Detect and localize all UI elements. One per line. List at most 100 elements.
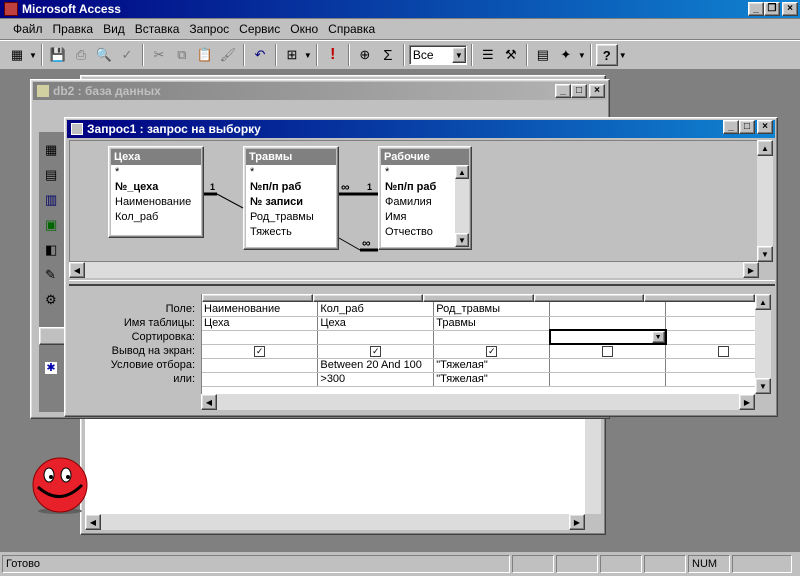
grid-cell[interactable] <box>202 372 319 387</box>
scroll-left-icon[interactable]: ◀ <box>201 394 217 410</box>
column-selector[interactable] <box>644 294 755 302</box>
grid-cell[interactable] <box>665 358 755 373</box>
grid-cell[interactable]: Наименование <box>202 302 319 317</box>
database-window-icon[interactable]: ▤ <box>532 44 554 66</box>
menu-edit[interactable]: Правка <box>48 22 99 36</box>
chevron-down-icon[interactable]: ▼ <box>451 47 466 63</box>
row-label-field: Поле: <box>165 303 195 315</box>
db-obj-macros-icon[interactable]: ✎ <box>45 267 56 283</box>
show-checkbox[interactable] <box>718 345 730 357</box>
grid-cell[interactable]: Кол_раб <box>317 302 435 317</box>
grid-cell[interactable]: Род_травмы <box>433 302 551 317</box>
grid-row-criteria: Between 20 And 100 "Тяжелая" <box>202 358 755 373</box>
scroll-left-icon[interactable]: ◀ <box>85 514 101 530</box>
scroll-up-icon[interactable]: ▲ <box>755 294 771 310</box>
db-obj-forms-icon[interactable]: ▥ <box>45 192 57 208</box>
status-cell <box>600 555 642 573</box>
pane-splitter[interactable] <box>69 280 775 286</box>
save-icon[interactable]: 💾 <box>47 44 69 66</box>
grid-cell[interactable]: Between 20 And 100 <box>317 358 435 373</box>
office-assistant-smiley-icon[interactable] <box>26 455 94 515</box>
totals-icon[interactable]: Σ <box>377 44 399 66</box>
grid-cell[interactable]: Цеха <box>202 316 319 331</box>
grid-cell[interactable]: Травмы <box>433 316 551 331</box>
grid-cell[interactable] <box>202 330 319 345</box>
show-checkbox[interactable]: ✓ <box>486 345 498 357</box>
cut-icon[interactable]: ✂ <box>148 44 170 66</box>
grid-hscroll[interactable]: ◀ ▶ <box>201 394 755 410</box>
grid-cell[interactable] <box>549 372 667 387</box>
db-obj-queries-icon[interactable]: ▤ <box>45 167 57 183</box>
background-vscroll[interactable] <box>585 416 601 514</box>
column-selector[interactable] <box>533 294 645 302</box>
scroll-right-icon[interactable]: ▶ <box>569 514 585 530</box>
column-selector[interactable] <box>312 294 424 302</box>
db-window-title: db2 : база данных <box>53 84 161 98</box>
grid-cell[interactable] <box>549 358 667 373</box>
db-favorites-icon[interactable]: ✱ <box>45 362 57 374</box>
row-label-or: или: <box>173 373 195 385</box>
grid-cell[interactable]: Цеха <box>317 316 435 331</box>
menu-view[interactable]: Вид <box>98 22 130 36</box>
grid-vscroll[interactable]: ▲ ▼ <box>755 294 771 394</box>
grid-cell[interactable]: >300 <box>317 372 435 387</box>
db-obj-pages-icon[interactable]: ◧ <box>45 242 57 258</box>
db-obj-reports-icon[interactable]: ▣ <box>45 217 57 233</box>
run-icon[interactable]: ! <box>322 44 344 66</box>
db-close-button[interactable]: × <box>589 84 605 98</box>
grid-cell[interactable]: "Тяжелая" <box>433 358 551 373</box>
column-selector[interactable] <box>423 294 534 302</box>
show-checkbox[interactable] <box>602 345 614 357</box>
show-checkbox[interactable]: ✓ <box>370 345 382 357</box>
grid-cell[interactable] <box>549 302 667 317</box>
print-icon[interactable]: ⎙ <box>70 44 92 66</box>
db-obj-modules-icon[interactable]: ⚙ <box>45 292 57 308</box>
grid-cell[interactable] <box>665 302 755 317</box>
menu-help[interactable]: Справка <box>323 22 380 36</box>
status-cell <box>556 555 598 573</box>
build-icon[interactable]: ⚒ <box>500 44 522 66</box>
db-maximize-button[interactable]: □ <box>571 84 587 98</box>
spelling-icon[interactable]: ✓ <box>116 44 138 66</box>
grid-cell[interactable] <box>665 330 755 345</box>
close-button[interactable]: × <box>782 2 798 16</box>
menu-query[interactable]: Запрос <box>184 22 234 36</box>
menu-file[interactable]: Файл <box>8 22 48 36</box>
format-painter-icon[interactable]: 🖌 <box>217 44 239 66</box>
sort-dropdown-icon[interactable]: ▼ <box>651 332 664 342</box>
view-icon[interactable]: ▦ <box>6 44 28 66</box>
undo-icon[interactable]: ↶ <box>249 44 271 66</box>
scroll-right-icon[interactable]: ▶ <box>739 394 755 410</box>
grid-row-or: >300 "Тяжелая" <box>202 372 755 387</box>
scroll-down-icon[interactable]: ▼ <box>755 378 771 394</box>
minimize-button[interactable]: _ <box>748 2 764 16</box>
properties-icon[interactable]: ☰ <box>477 44 499 66</box>
column-selector[interactable] <box>202 294 313 302</box>
grid-cell[interactable] <box>202 358 319 373</box>
grid-cell[interactable]: "Тяжелая" <box>433 372 551 387</box>
grid-cell[interactable] <box>433 330 551 345</box>
grid-cell[interactable] <box>665 316 755 331</box>
db-minimize-button[interactable]: _ <box>555 84 571 98</box>
menu-insert[interactable]: Вставка <box>130 22 185 36</box>
preview-icon[interactable]: 🔍 <box>93 44 115 66</box>
show-table-icon[interactable]: ⊕ <box>354 44 376 66</box>
background-hscroll[interactable]: ◀ ▶ <box>85 514 585 530</box>
show-checkbox[interactable]: ✓ <box>254 345 266 357</box>
paste-icon[interactable]: 📋 <box>194 44 216 66</box>
query-type-icon[interactable]: ⊞ <box>281 44 303 66</box>
new-object-icon[interactable]: ✦ <box>555 44 577 66</box>
restore-button[interactable]: ❐ <box>764 2 780 16</box>
menu-tools[interactable]: Сервис <box>234 22 285 36</box>
grid-cell[interactable] <box>317 330 435 345</box>
copy-icon[interactable]: ⧉ <box>171 44 193 66</box>
db-groups-bar[interactable] <box>39 327 67 345</box>
grid-cell-sort-active[interactable]: ▼ <box>548 329 667 345</box>
help-icon[interactable]: ? <box>595 44 618 66</box>
grid-cell[interactable] <box>549 316 667 331</box>
grid-cell <box>549 344 667 359</box>
db-obj-tables-icon[interactable]: ▦ <box>45 142 57 158</box>
grid-cell[interactable] <box>665 372 755 387</box>
menu-window[interactable]: Окно <box>285 22 323 36</box>
top-values-combo[interactable]: Все ▼ <box>408 45 467 65</box>
